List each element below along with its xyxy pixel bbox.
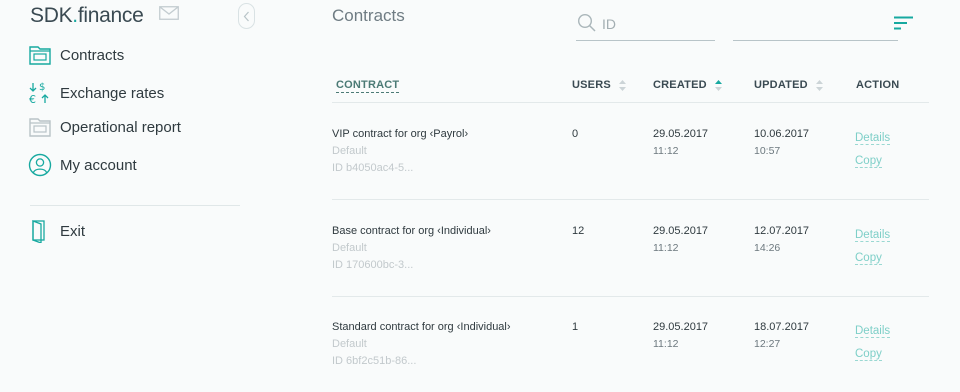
updated-date: 18.07.2017	[754, 321, 810, 333]
contract-name: Base contract for org ‹Individual›	[332, 225, 491, 237]
filter-icon[interactable]	[894, 16, 914, 30]
users-count: 1	[572, 321, 579, 333]
contract-name: Standard contract for org ‹Individual›	[332, 321, 511, 333]
contracts-icon	[28, 43, 52, 67]
column-header-action: ACTION	[856, 79, 900, 91]
column-header-updated[interactable]: UPDATED	[754, 79, 823, 91]
table-row: Base contract for org ‹Individual› Defau…	[332, 200, 929, 297]
copy-link[interactable]: Copy	[855, 252, 882, 265]
sidebar-item-label: Operational report	[60, 118, 181, 136]
sidebar-item-label: Exchange rates	[60, 84, 165, 102]
column-header-label: CREATED	[653, 79, 707, 91]
exit-label: Exit	[60, 222, 86, 240]
search-icon	[577, 13, 596, 32]
users-count: 0	[572, 128, 579, 140]
updated-time: 10:57	[754, 145, 781, 157]
table-header: CONTRACT USERS CREATED UPDATED ACTION	[332, 76, 929, 103]
updated-date: 10.06.2017	[754, 128, 810, 140]
sidebar-item-exchange-rates[interactable]: $ € Exchange rates	[28, 80, 164, 106]
created-time: 11:12	[653, 338, 679, 350]
page-title: Contracts	[332, 6, 405, 25]
sidebar-item-contracts[interactable]: Contracts	[28, 42, 124, 68]
mail-icon[interactable]	[159, 6, 179, 20]
contract-name: VIP contract for org ‹Payrol›	[332, 128, 469, 140]
contract-type: Default	[332, 242, 367, 254]
sidebar-item-my-account[interactable]: My account	[28, 152, 137, 178]
sort-ascending-icon	[714, 79, 722, 91]
contract-id: ID b4050ac4-5...	[332, 162, 414, 174]
sidebar-item-label: Contracts	[60, 46, 125, 64]
chevron-left-icon	[243, 11, 249, 22]
created-date: 29.05.2017	[653, 321, 709, 333]
table-row: VIP contract for org ‹Payrol› Default ID…	[332, 103, 929, 200]
exit-button[interactable]: Exit	[28, 218, 85, 244]
search-field[interactable]	[576, 10, 715, 41]
copy-link[interactable]: Copy	[855, 348, 882, 361]
contract-id: ID 170600bc-3...	[332, 259, 414, 271]
exchange-rates-icon: $ €	[28, 81, 52, 106]
sidebar-collapse-button[interactable]	[238, 3, 255, 29]
column-header-contract[interactable]: CONTRACT	[336, 79, 400, 93]
sort-icon	[815, 79, 823, 91]
brand-logo[interactable]: SDK.finance	[30, 4, 144, 28]
exit-icon	[28, 219, 52, 244]
main-content: Contracts CONTRACT USERS CREATED UPDATED…	[332, 0, 952, 384]
sidebar: SDK.finance Contracts $ € Exchange rates …	[0, 0, 260, 384]
column-header-users[interactable]: USERS	[572, 79, 626, 91]
updated-time: 12:27	[754, 338, 781, 350]
users-count: 12	[572, 225, 585, 237]
copy-link[interactable]: Copy	[855, 155, 882, 168]
details-link[interactable]: Details	[855, 325, 891, 338]
created-time: 11:12	[653, 145, 679, 157]
created-date: 29.05.2017	[653, 225, 709, 237]
contract-type: Default	[332, 145, 367, 157]
svg-text:€: €	[29, 93, 36, 105]
filter-field[interactable]	[733, 10, 898, 41]
details-link[interactable]: Details	[855, 229, 891, 242]
sort-icon	[618, 79, 626, 91]
updated-date: 12.07.2017	[754, 225, 810, 237]
contract-type: Default	[332, 338, 367, 350]
sidebar-divider	[30, 205, 240, 206]
logo-text: SDK	[30, 4, 73, 27]
updated-time: 14:26	[754, 242, 781, 254]
details-link[interactable]: Details	[855, 132, 891, 145]
column-header-label: USERS	[572, 79, 611, 91]
contract-id: ID 6bf2c51b-86...	[332, 355, 417, 367]
svg-text:$: $	[39, 82, 45, 93]
sidebar-item-label: My account	[60, 156, 137, 174]
account-icon	[28, 153, 52, 177]
column-header-created[interactable]: CREATED	[653, 79, 722, 91]
created-time: 11:12	[653, 242, 679, 254]
sidebar-item-operational-report[interactable]: Operational report	[28, 114, 181, 140]
table-row: Standard contract for org ‹Individual› D…	[332, 296, 929, 392]
logo-tail: finance	[77, 4, 144, 27]
created-date: 29.05.2017	[653, 128, 709, 140]
search-input[interactable]	[600, 12, 714, 36]
report-icon	[28, 115, 52, 139]
column-header-label: UPDATED	[754, 79, 808, 91]
